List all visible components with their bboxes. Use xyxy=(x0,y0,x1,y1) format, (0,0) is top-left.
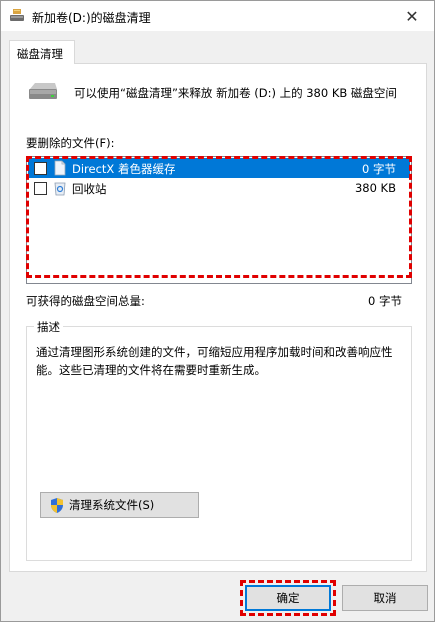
description-text: 通过清理图形系统创建的文件，可缩短应用程序加载时间和改善响应性能。这些已清理的文… xyxy=(36,345,393,377)
window-title: 新加卷(D:)的磁盘清理 xyxy=(32,11,151,25)
files-listbox[interactable]: DirectX 着色器缓存 0 字节 回收站 380 KB xyxy=(26,156,412,284)
file-icon xyxy=(54,160,66,176)
description-legend: 描述 xyxy=(34,319,63,335)
space-gain-label: 可获得的磁盘空间总量: xyxy=(26,294,145,308)
checkbox[interactable] xyxy=(34,162,47,175)
cleanup-system-files-button[interactable]: 清理系统文件(S) xyxy=(40,492,199,518)
list-item-name: 回收站 xyxy=(72,182,107,196)
cancel-label: 取消 xyxy=(373,591,397,605)
tab-disk-cleanup[interactable]: 磁盘清理 xyxy=(9,40,75,64)
list-item-size: 380 KB xyxy=(354,181,396,195)
checkbox[interactable] xyxy=(34,182,47,195)
ok-button[interactable]: 确定 xyxy=(245,585,331,611)
list-item-size: 0 字节 xyxy=(362,162,396,176)
close-icon: ✕ xyxy=(405,6,419,26)
files-to-delete-label: 要删除的文件(F): xyxy=(26,136,115,150)
cleanup-system-files-label: 清理系统文件(S) xyxy=(69,498,155,512)
space-gain-value: 0 字节 xyxy=(368,294,402,308)
list-item-directx-shader-cache[interactable]: DirectX 着色器缓存 0 字节 xyxy=(28,158,410,178)
cancel-button[interactable]: 取消 xyxy=(342,585,428,611)
title-bar: 新加卷(D:)的磁盘清理 ✕ xyxy=(1,1,434,31)
tab-panel: 可以使用“磁盘清理”来释放 新加卷 (D:) 上的 380 KB 磁盘空间 要删… xyxy=(9,63,427,572)
recycle-bin-icon xyxy=(54,182,66,196)
header-text: 可以使用“磁盘清理”来释放 新加卷 (D:) 上的 380 KB 磁盘空间 xyxy=(74,86,397,100)
uac-shield-icon xyxy=(51,498,63,513)
ok-label: 确定 xyxy=(276,591,300,605)
drive-icon xyxy=(29,83,57,99)
close-button[interactable]: ✕ xyxy=(390,1,434,31)
disk-cleanup-window: 新加卷(D:)的磁盘清理 ✕ 磁盘清理 可以使用“磁盘清理”来释放 新加卷 (D… xyxy=(0,0,435,622)
list-item-recycle-bin[interactable]: 回收站 380 KB xyxy=(28,178,410,198)
list-item-name: DirectX 着色器缓存 xyxy=(72,162,176,176)
tab-label: 磁盘清理 xyxy=(17,47,63,61)
disk-cleanup-icon xyxy=(10,9,24,21)
